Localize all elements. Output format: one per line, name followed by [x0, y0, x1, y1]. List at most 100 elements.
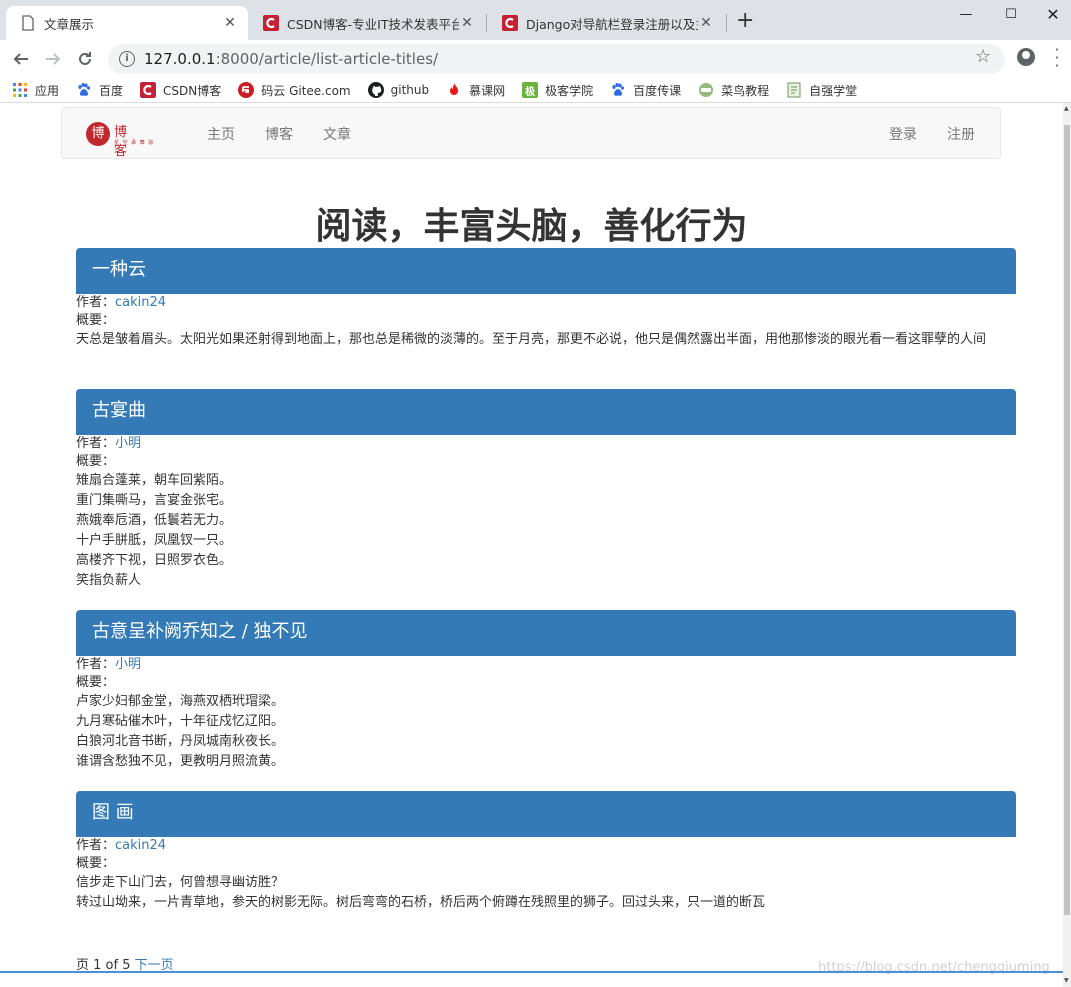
bookmark-label: CSDN博客 [163, 83, 222, 98]
nav-login[interactable]: 登录 [889, 124, 917, 144]
nav-blog[interactable]: 博客 [265, 124, 293, 144]
summary-line: 十户手胼胝，凤凰钗一只。 [76, 533, 233, 548]
baidu-paw-icon [78, 83, 91, 96]
url-host: 127.0.0.1 [144, 50, 216, 68]
bookmark-label: 百度传课 [633, 83, 682, 98]
article-summary: 雉扇合蓬莱，朝车回紫陌。 重门集嘶马，言宴金张宅。 燕娥奉卮酒，低鬟若无力。 十… [76, 471, 1016, 591]
article-summary: 卢家少妇郁金堂，海燕双栖玳瑁梁。 九月寒砧催木叶，十年征戍忆辽阳。 白狼河北音书… [76, 692, 1016, 772]
article-summary: 天总是皱着眉头。太阳光如果还射得到地面上，那也总是稀微的淡薄的。至于月亮，那更不… [76, 330, 1016, 350]
logo-subtitle: 星 空 承 舞 际 [114, 140, 155, 146]
author-label: 作者： [76, 838, 116, 853]
scroll-down-icon[interactable]: ▼ [1064, 977, 1069, 984]
browser-toolbar: i 127.0.0.1:8000/article/list-article-ti… [0, 40, 1071, 78]
article-author-row: 作者：小明 [76, 656, 1016, 674]
close-window-button[interactable]: ✕ [1030, 0, 1071, 28]
site-info-icon[interactable]: i [119, 51, 135, 67]
author-link[interactable]: 小明 [115, 657, 141, 672]
minimize-button[interactable]: — [943, 0, 989, 28]
bookmark-jikexueyuan[interactable]: 极 极客学院 [522, 82, 593, 99]
author-label: 作者： [76, 657, 116, 672]
bookmark-label: 极客学院 [545, 83, 594, 98]
flame-icon [450, 83, 459, 95]
nav-home[interactable]: 主页 [207, 124, 235, 144]
csdn-icon [140, 82, 157, 98]
bookmark-baidu[interactable]: 百度 [76, 82, 123, 99]
summary-line: 雉扇合蓬莱，朝车回紫陌。 [76, 473, 233, 488]
bookmark-label: 菜鸟教程 [721, 83, 770, 98]
reload-button[interactable] [74, 48, 96, 70]
close-tab-icon[interactable]: ✕ [222, 15, 238, 31]
bookmark-label: github [390, 83, 430, 97]
tab-article-list[interactable]: 文章展示 ✕ [6, 6, 248, 40]
bookmark-ziqiang[interactable]: 自强学堂 [786, 82, 857, 99]
author-link[interactable]: cakin24 [115, 838, 166, 853]
url-path: :8000/article/list-article-titles/ [215, 50, 439, 68]
nav-articles[interactable]: 文章 [323, 124, 351, 144]
page-hero-title: 阅读，丰富头脑，善化行为 [315, 205, 748, 246]
back-arrow-icon [13, 53, 28, 65]
vertical-scrollbar[interactable]: ▲ ▼ [1063, 103, 1071, 987]
tab-title: 文章展示 [44, 16, 95, 32]
new-tab-button[interactable]: + [736, 9, 754, 33]
tab-title: CSDN博客-专业IT技术发表平台 [287, 16, 459, 32]
summary-line: 高楼齐下视，日照罗衣色。 [76, 553, 233, 568]
summary-label: 概要： [76, 675, 116, 690]
summary-line: 燕娥奉卮酒，低鬟若无力。 [76, 513, 233, 528]
back-button[interactable] [10, 48, 32, 70]
bookmark-star-icon[interactable]: ☆ [975, 46, 991, 67]
article-title[interactable]: 古宴曲 [76, 389, 1016, 435]
article-card: 古宴曲 作者：小明 概要： 雉扇合蓬莱，朝车回紫陌。 重门集嘶马，言宴金张宅。 … [76, 389, 1016, 591]
article-title[interactable]: 古意呈补阙乔知之 / 独不见 [76, 610, 1016, 656]
bookmark-baidu-chuanke[interactable]: 百度传课 [610, 82, 681, 99]
close-tab-icon[interactable]: ✕ [459, 15, 475, 31]
apps-grid-icon [13, 83, 27, 97]
bookmark-label: 自强学堂 [809, 83, 858, 98]
address-bar[interactable]: i 127.0.0.1:8000/article/list-article-ti… [108, 44, 1005, 74]
bottom-accent-line [0, 971, 1063, 973]
bookmark-apps[interactable]: 应用 [12, 82, 59, 99]
site-navbar: 博 博客 星 空 承 舞 际 主页 博客 文章 登录 注册 [61, 107, 1001, 159]
bookmark-runoob[interactable]: 菜鸟教程 [698, 82, 769, 99]
gitee-icon [238, 82, 255, 98]
bookmark-label: 码云 Gitee.com [261, 83, 351, 98]
tab-csdn[interactable]: CSDN博客-专业IT技术发表平台 ✕ [249, 6, 485, 40]
bookmark-gitee[interactable]: 码云 Gitee.com [238, 82, 351, 99]
bookmark-github[interactable]: github [367, 82, 430, 98]
runoob-icon [699, 83, 714, 97]
baidu-paw-icon [612, 83, 625, 96]
jikexueyuan-icon: 极 [522, 82, 539, 98]
scroll-up-icon[interactable]: ▲ [1064, 105, 1069, 112]
tab-title: Django对导航栏登录注册以及主 [526, 16, 698, 32]
author-label: 作者： [76, 295, 116, 310]
author-link[interactable]: cakin24 [115, 295, 166, 310]
forward-arrow-icon [46, 53, 61, 65]
article-author-row: 作者：cakin24 [76, 837, 1016, 855]
bookmark-label: 应用 [35, 83, 60, 98]
author-label: 作者： [76, 436, 116, 451]
account-icon[interactable] [1017, 48, 1035, 66]
nav-register[interactable]: 注册 [947, 124, 975, 144]
summary-label: 概要： [76, 313, 116, 328]
article-summary: 信步走下山门去，何曾想寻幽访胜？ 转过山坳来，一片青草地，参天的树影无际。树后弯… [76, 873, 1016, 913]
bookmark-imooc[interactable]: 慕课网 [446, 82, 505, 99]
scrollbar-thumb[interactable] [1064, 125, 1070, 915]
close-tab-icon[interactable]: ✕ [698, 15, 714, 31]
tab-strip: 文章展示 ✕ CSDN博客-专业IT技术发表平台 ✕ Django对导航栏登录注… [0, 0, 1071, 40]
document-icon [22, 15, 34, 31]
forward-button[interactable] [42, 48, 64, 70]
article-title[interactable]: 一种云 [76, 248, 1016, 294]
github-icon [367, 82, 384, 98]
maximize-button[interactable]: ☐ [988, 0, 1034, 28]
tab-django[interactable]: Django对导航栏登录注册以及主 ✕ [488, 6, 724, 40]
summary-line: 谁谓含愁独不见，更教明月照流黄。 [76, 754, 285, 769]
summary-line: 笑指负薪人 [76, 573, 142, 588]
menu-kebab-icon[interactable]: · · · [1054, 42, 1060, 74]
article-author-row: 作者：cakin24 [76, 294, 1016, 312]
article-title[interactable]: 图 画 [76, 791, 1016, 837]
author-link[interactable]: 小明 [115, 436, 141, 451]
summary-line: 重门集嘶马，言宴金张宅。 [76, 493, 233, 508]
site-logo[interactable]: 博 博客 星 空 承 舞 际 [86, 120, 162, 159]
tab-separator [726, 14, 727, 32]
summary-line: 天总是皱着眉头。太阳光如果还射得到地面上，那也总是稀微的淡薄的。至于月亮，那更不… [76, 332, 987, 347]
bookmark-csdn[interactable]: CSDN博客 [140, 82, 221, 99]
